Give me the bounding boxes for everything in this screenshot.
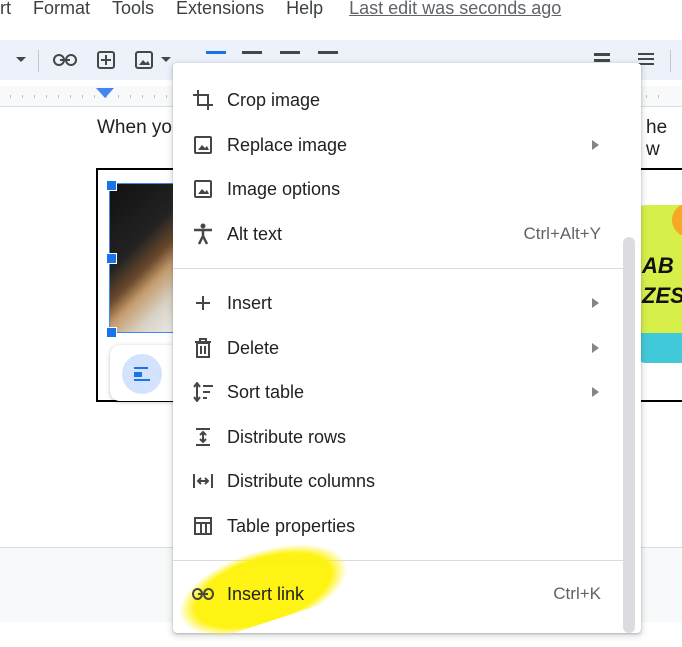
document-text-left: When yo bbox=[97, 117, 172, 138]
add-comment-icon[interactable] bbox=[94, 48, 118, 72]
menu-item-label: Distribute columns bbox=[227, 470, 376, 491]
chevron-down-icon[interactable] bbox=[14, 48, 28, 72]
link-icon[interactable] bbox=[52, 48, 78, 72]
wrap-inline-icon bbox=[134, 367, 150, 381]
sticker-text-line1: AB bbox=[642, 253, 674, 278]
menu-item-insert[interactable]: rt bbox=[0, 0, 11, 19]
menu-item-sort-table[interactable]: Sort table bbox=[173, 370, 631, 414]
crop-icon bbox=[190, 87, 216, 113]
toolbar-divider bbox=[670, 50, 671, 72]
menu-item-extensions[interactable]: Extensions bbox=[176, 0, 264, 19]
submenu-arrow-icon bbox=[592, 140, 599, 150]
resize-handle-top-left[interactable] bbox=[106, 180, 117, 191]
menu-item-format[interactable]: Format bbox=[33, 0, 90, 19]
plus-icon bbox=[190, 290, 216, 316]
wrap-inline-button[interactable] bbox=[122, 354, 162, 394]
menu-item-label: Replace image bbox=[227, 134, 348, 155]
menu-item-help[interactable]: Help bbox=[286, 0, 323, 19]
link-icon bbox=[190, 581, 216, 607]
menu-item-label: Table properties bbox=[227, 515, 356, 536]
menu-item-shortcut: Ctrl+Alt+Y bbox=[523, 224, 601, 243]
last-edit-link[interactable]: Last edit was seconds ago bbox=[349, 0, 561, 19]
resize-handle-middle-left[interactable] bbox=[106, 253, 117, 264]
menu-item-tools[interactable]: Tools bbox=[112, 0, 154, 19]
menu-item-shortcut: Ctrl+K bbox=[553, 584, 601, 603]
menu-item-label: Crop image bbox=[227, 89, 321, 110]
sticker-badge: t bbox=[672, 205, 682, 237]
menu-item-image-options[interactable]: Image options bbox=[173, 167, 631, 211]
menu-item-label: Delete bbox=[227, 337, 280, 358]
menu-item-label: Image options bbox=[227, 178, 341, 199]
image-icon[interactable] bbox=[132, 48, 156, 72]
menu-item-delete[interactable]: Delete bbox=[173, 326, 631, 370]
menu-item-label: Sort table bbox=[227, 381, 305, 402]
menu-item-insert[interactable]: Insert bbox=[173, 281, 631, 325]
menu-item-label: Distribute rows bbox=[227, 426, 347, 447]
menu-item-crop-image[interactable]: Crop image bbox=[173, 78, 631, 122]
menu-item-distribute-rows[interactable]: Distribute rows bbox=[173, 415, 631, 459]
image-icon bbox=[190, 132, 216, 158]
table-icon bbox=[190, 513, 216, 539]
menu-item-label: Insert bbox=[227, 292, 273, 313]
menu-bar: rt Format Tools Extensions Help Last edi… bbox=[0, 0, 682, 24]
menu-divider bbox=[173, 268, 623, 269]
sticker-text-line2: ZES bbox=[642, 283, 682, 308]
menu-item-replace-image[interactable]: Replace image bbox=[173, 123, 631, 167]
toolbar-divider bbox=[38, 50, 39, 72]
menu-item-label: Alt text bbox=[227, 223, 283, 244]
submenu-arrow-icon bbox=[592, 343, 599, 353]
document-text-right: he w bbox=[646, 117, 668, 160]
accessibility-icon bbox=[190, 221, 216, 247]
menu-item-alt-text[interactable]: Alt text Ctrl+Alt+Y bbox=[173, 212, 631, 256]
indent-marker[interactable] bbox=[96, 88, 114, 98]
selected-image[interactable] bbox=[109, 183, 181, 333]
menu-item-table-properties[interactable]: Table properties bbox=[173, 504, 631, 548]
menu-item-label: Insert link bbox=[227, 583, 305, 604]
context-menu: Crop image Replace image Image options A… bbox=[173, 63, 641, 633]
submenu-arrow-icon bbox=[592, 387, 599, 397]
submenu-arrow-icon bbox=[592, 298, 599, 308]
resize-handle-bottom-left[interactable] bbox=[106, 327, 117, 338]
image-dropdown-chevron-icon[interactable] bbox=[160, 48, 172, 72]
menu-item-distribute-columns[interactable]: Distribute columns bbox=[173, 459, 631, 503]
image-options-icon bbox=[190, 176, 216, 202]
trash-icon bbox=[190, 335, 216, 361]
menu-item-insert-link[interactable]: Insert link Ctrl+K bbox=[173, 572, 631, 616]
sort-icon bbox=[190, 379, 216, 405]
distribute-columns-icon bbox=[190, 468, 216, 494]
distribute-rows-icon bbox=[190, 424, 216, 450]
